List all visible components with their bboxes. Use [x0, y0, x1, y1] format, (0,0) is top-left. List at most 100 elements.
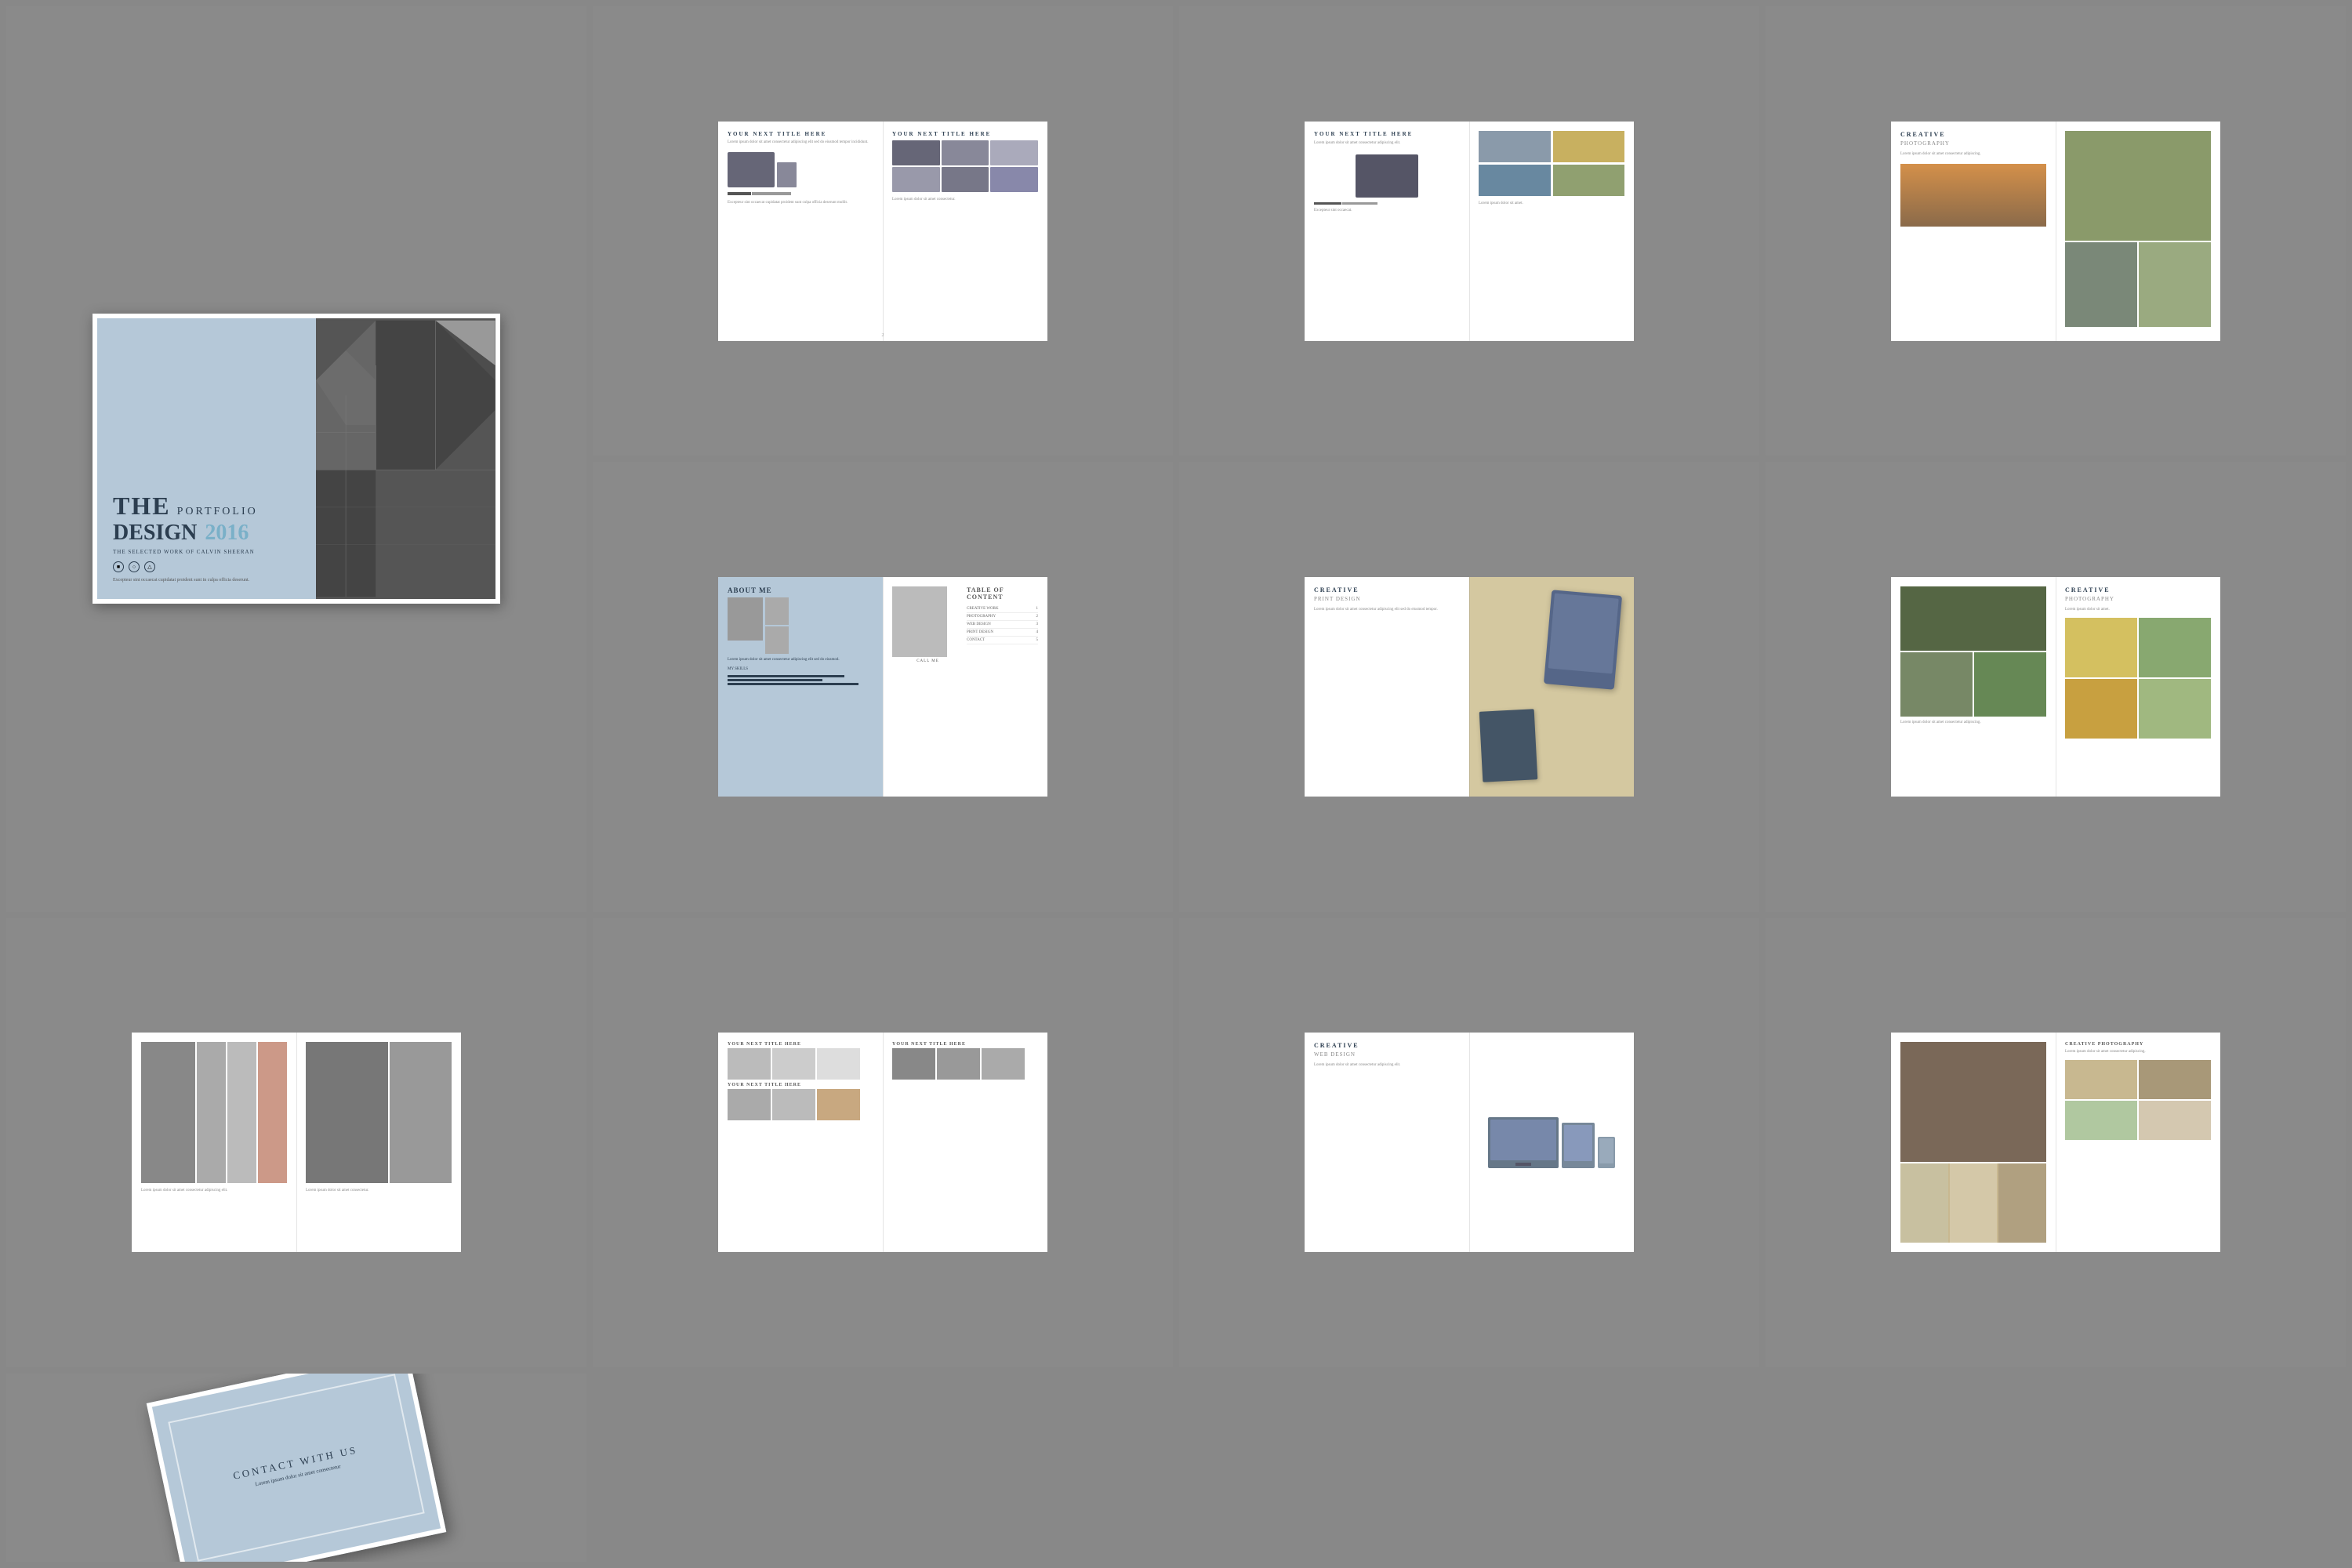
portrait-main — [1900, 586, 2046, 651]
mockup-thumb-6 — [817, 1089, 860, 1120]
wedding-page-right: CREATIVE PHOTOGRAPHY Lorem ipsum dolor s… — [2056, 1033, 2220, 1252]
mockups-page-left: YOUR NEXT TITLE HERE YOUR NEXT TITLE HER… — [718, 1033, 883, 1252]
contact-inner: CONTACT WITH US Lorem ipsum dolor sit am… — [169, 1374, 425, 1562]
cell-devices-2: YOUR NEXT TITLE HERE Lorem ipsum dolor s… — [1179, 6, 1759, 456]
cover-the: THE — [113, 492, 171, 520]
devices2-left-title: YOUR NEXT TITLE HERE — [1314, 131, 1460, 137]
devices-spread-1-booklet: YOUR NEXT TITLE HERE Lorem ipsum dolor s… — [718, 122, 1047, 341]
fashion-page-left: Lorem ipsum dolor sit amet consectetur a… — [132, 1033, 296, 1252]
spine — [296, 1033, 297, 1252]
portraits-page-right: CREATIVE PHOTOGRAPHY Lorem ipsum dolor s… — [2056, 577, 2220, 797]
wedding-grid-2 — [2139, 1060, 2211, 1099]
laptop-icon — [728, 152, 775, 187]
skill-bars — [728, 675, 873, 685]
fashion-photo-4 — [306, 1042, 388, 1182]
devices-spread-1-inner: YOUR NEXT TITLE HERE Lorem ipsum dolor s… — [718, 122, 1047, 341]
wedding-booklet: CREATIVE PHOTOGRAPHY Lorem ipsum dolor s… — [1891, 1033, 2220, 1252]
device2-thumb-4 — [1553, 165, 1625, 196]
about-body: Lorem ipsum dolor sit amet consectetur a… — [728, 657, 873, 663]
spine — [1469, 577, 1470, 797]
mockup-thumbs-3 — [892, 1048, 1038, 1080]
about-page-right: CALL ME TABLE OF CONTENT CREATIVE WORK 1… — [883, 577, 1047, 797]
contact-booklet: CONTACT WITH US Lorem ipsum dolor sit am… — [147, 1374, 446, 1562]
phone-screen — [1599, 1138, 1613, 1163]
wedding-photo-4 — [1998, 1163, 2046, 1243]
cell-print-design: CREATIVE PRINT DESIGN Lorem ipsum dolor … — [1179, 462, 1759, 911]
bar-chart — [728, 192, 873, 195]
about-photos — [728, 597, 873, 654]
cover-icons: ■ ○ △ — [113, 561, 300, 572]
mockup-row-1: YOUR NEXT TITLE HERE — [728, 1042, 873, 1080]
toc-page-5: 5 — [1036, 638, 1039, 642]
mockup-thumbs-2 — [728, 1089, 873, 1120]
portraits-title: CREATIVE — [2065, 586, 2211, 593]
toc-page-1: 1 — [1036, 607, 1039, 611]
laptop-large-icon — [1356, 154, 1418, 198]
portraits-body: Lorem ipsum dolor sit amet consectetur a… — [1900, 720, 2046, 726]
portraits-grid-left — [1900, 586, 2046, 717]
print-booklet: CREATIVE PRINT DESIGN Lorem ipsum dolor … — [1305, 577, 1634, 797]
device-thumb-1 — [892, 140, 940, 165]
portraits-inner: Lorem ipsum dolor sit amet consectetur a… — [1891, 577, 2220, 797]
web-title: CREATIVE — [1314, 1042, 1460, 1049]
photo1-body: Lorem ipsum dolor sit amet consectetur a… — [1900, 151, 2046, 158]
print-page-left: CREATIVE PRINT DESIGN Lorem ipsum dolor … — [1305, 577, 1469, 797]
about-side-photos — [765, 597, 789, 654]
web-subtitle: WEB DESIGN — [1314, 1051, 1460, 1058]
cell-fashion: Lorem ipsum dolor sit amet consectetur a… — [6, 918, 586, 1367]
wedding-photos-left — [1900, 1042, 2046, 1243]
about-main-photo — [728, 597, 763, 641]
wedding-photo-3 — [1950, 1163, 1998, 1243]
mockup-thumb-5 — [772, 1089, 815, 1120]
device-thumb-3 — [990, 140, 1038, 165]
photography-spread-1-inner: CREATIVE PHOTOGRAPHY Lorem ipsum dolor s… — [1891, 122, 2220, 341]
toc-section: TABLE OF CONTENT CREATIVE WORK 1 PHOTOGR… — [967, 586, 1038, 663]
fashion-inner: Lorem ipsum dolor sit amet consectetur a… — [132, 1033, 461, 1252]
mockup-thumb-2 — [772, 1048, 815, 1080]
mockup-thumb-3 — [817, 1048, 860, 1080]
web-devices — [1488, 1117, 1615, 1168]
devices2-left-body: Lorem ipsum dolor sit amet consectetur a… — [1314, 140, 1460, 147]
cell-devices-1: YOUR NEXT TITLE HERE Lorem ipsum dolor s… — [593, 6, 1173, 456]
mockup-thumb-9 — [982, 1048, 1025, 1080]
cover-year: 2016 — [205, 521, 249, 545]
fashion-photos — [141, 1042, 287, 1182]
photography-spread-1-booklet: CREATIVE PHOTOGRAPHY Lorem ipsum dolor s… — [1891, 122, 2220, 341]
about-page-left: ABOUT ME Lorem ipsum dolor sit amet cons… — [718, 577, 883, 797]
mockup-title-1: YOUR NEXT TITLE HERE — [728, 1042, 873, 1047]
monitor-stand — [1515, 1163, 1531, 1166]
devices2-page-left: YOUR NEXT TITLE HERE Lorem ipsum dolor s… — [1305, 122, 1469, 341]
fashion-photo-red — [258, 1042, 287, 1182]
about-photo-2 — [765, 626, 789, 654]
portrait-sage — [2139, 679, 2211, 739]
photo1-title: CREATIVE — [1900, 131, 2046, 138]
cover-page-right — [316, 318, 495, 599]
fashion-page-right: Lorem ipsum dolor sit amet consectetur. — [296, 1033, 461, 1252]
web-tablet — [1562, 1123, 1595, 1168]
toc-item-5: CONTACT 5 — [967, 637, 1038, 644]
print-page-right — [1469, 577, 1634, 797]
monitor-screen — [1490, 1120, 1556, 1160]
mockups-inner: YOUR NEXT TITLE HERE YOUR NEXT TITLE HER… — [718, 1033, 1047, 1252]
mockup-title-3: YOUR NEXT TITLE HERE — [892, 1042, 1038, 1047]
cell-cover: THE PORTFOLIO DESIGN 2016 THE SELECTED W… — [6, 6, 586, 912]
photo1-page-left: CREATIVE PHOTOGRAPHY Lorem ipsum dolor s… — [1891, 122, 2056, 341]
portrait-1 — [1900, 652, 1973, 717]
cover-title-line2: DESIGN 2016 — [113, 521, 300, 546]
skill-bar-1 — [728, 675, 844, 677]
device-thumb-6 — [990, 167, 1038, 192]
portraits-desc: Lorem ipsum dolor sit amet. — [2065, 607, 2211, 613]
fashion-photo-2 — [197, 1042, 226, 1182]
mockup-thumb-7 — [892, 1048, 935, 1080]
portraits-booklet: Lorem ipsum dolor sit amet consectetur a… — [1891, 577, 2220, 797]
print-body: Lorem ipsum dolor sit amet consectetur a… — [1314, 607, 1460, 613]
wedding-grid-4 — [2139, 1101, 2211, 1140]
devices-right-desc: Lorem ipsum dolor sit amet consectetur. — [892, 197, 1038, 203]
devices-page-left: YOUR NEXT TITLE HERE Lorem ipsum dolor s… — [718, 122, 883, 341]
mockups-booklet: YOUR NEXT TITLE HERE YOUR NEXT TITLE HER… — [718, 1033, 1047, 1252]
fashion-photo-main — [141, 1042, 195, 1182]
web-body: Lorem ipsum dolor sit amet consectetur a… — [1314, 1062, 1460, 1069]
cell-mockups: YOUR NEXT TITLE HERE YOUR NEXT TITLE HER… — [593, 918, 1173, 1367]
toc-item-4: PRINT DESIGN 4 — [967, 629, 1038, 637]
tablet-icon — [777, 162, 797, 187]
